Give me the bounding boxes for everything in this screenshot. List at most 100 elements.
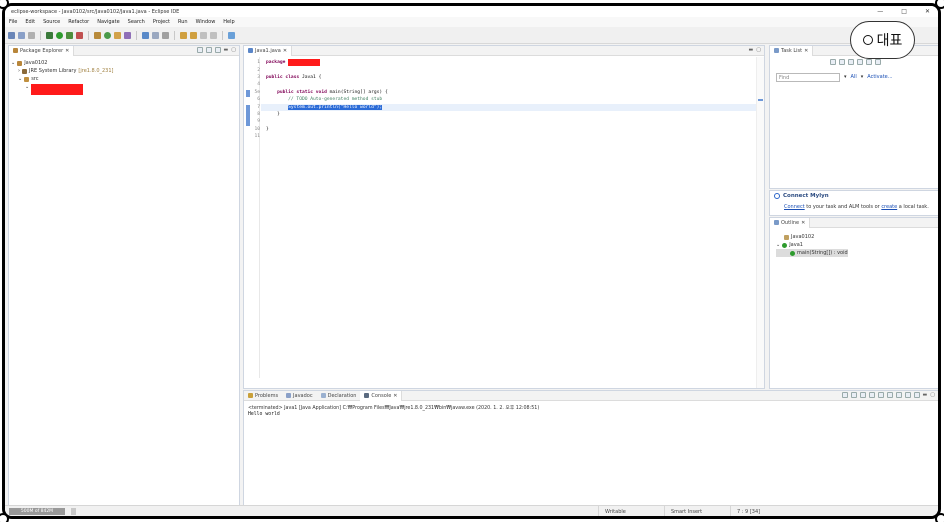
menu-run[interactable]: Run xyxy=(178,19,188,25)
new-class-icon[interactable] xyxy=(104,31,111,39)
toggle-block-selection-icon[interactable] xyxy=(152,31,159,39)
menu-window[interactable]: Window xyxy=(196,19,216,25)
view-menu-icon[interactable] xyxy=(875,59,881,65)
close-tab-icon[interactable]: ✕ xyxy=(393,393,397,399)
filter-all-link[interactable]: All xyxy=(851,74,857,80)
link-with-editor-icon[interactable] xyxy=(205,47,212,53)
minimize-button[interactable]: — xyxy=(877,8,883,15)
toggle-mark-occurrences-icon[interactable] xyxy=(142,31,149,39)
focus-on-workweek-icon[interactable] xyxy=(857,59,863,65)
maximize-view-icon[interactable]: ▢ xyxy=(231,47,236,53)
tree-item-jre[interactable]: › JRE System Library [jre1.8.0_231] xyxy=(11,67,114,75)
run-icon[interactable] xyxy=(56,31,63,39)
menu-help[interactable]: Help xyxy=(223,19,234,25)
clear-console-icon[interactable] xyxy=(868,392,875,398)
minimize-view-icon[interactable]: ▬ xyxy=(923,392,928,398)
remove-launch-icon[interactable] xyxy=(850,392,857,398)
previous-annotation-icon[interactable] xyxy=(190,31,197,39)
word-wrap-icon[interactable] xyxy=(886,392,893,398)
close-tab-icon[interactable]: ✕ xyxy=(804,48,808,54)
tree-item-project[interactable]: ⌄ Java0102 xyxy=(11,59,114,67)
outline-item-package[interactable]: Java0102 xyxy=(776,233,848,241)
close-tab-icon[interactable]: ✕ xyxy=(283,48,287,54)
tab-outline[interactable]: Outline ✕ xyxy=(770,217,811,228)
tab-console[interactable]: Console ✕ xyxy=(360,390,403,401)
open-type-icon[interactable] xyxy=(114,31,121,39)
heap-status[interactable]: 500M of 842M xyxy=(9,508,65,515)
chevron-down-icon[interactable]: ⌄ xyxy=(18,76,22,82)
tab-problems[interactable]: Problems xyxy=(244,391,282,401)
minimize-view-icon[interactable]: ▬ xyxy=(749,47,754,53)
coverage-icon[interactable] xyxy=(66,31,73,39)
console-output[interactable]: Hello world xyxy=(248,412,280,417)
activate-link[interactable]: Activate... xyxy=(867,74,892,80)
overview-marker[interactable] xyxy=(758,99,763,101)
tab-declaration[interactable]: Declaration xyxy=(317,391,361,401)
menu-navigate[interactable]: Navigate xyxy=(97,19,119,25)
menu-refactor[interactable]: Refactor xyxy=(68,19,89,25)
chevron-down-icon[interactable]: ⌄ xyxy=(776,242,780,248)
forward-icon[interactable] xyxy=(210,31,217,39)
menu-edit[interactable]: Edit xyxy=(25,19,35,25)
close-button[interactable]: ✕ xyxy=(925,8,930,15)
code-line[interactable]: 9 xyxy=(248,118,388,125)
debug-icon[interactable] xyxy=(46,31,53,39)
overview-ruler[interactable] xyxy=(756,57,764,388)
outline-item-class[interactable]: ⌄ Java1 xyxy=(776,241,848,249)
minimize-view-icon[interactable]: ▬ xyxy=(224,47,229,53)
code-line[interactable]: 11 xyxy=(248,133,388,140)
mylyn-create-link[interactable]: create xyxy=(881,204,897,210)
next-annotation-icon[interactable] xyxy=(180,31,187,39)
close-tab-icon[interactable]: ✕ xyxy=(65,48,69,54)
tab-java1-java[interactable]: Java1.java ✕ xyxy=(244,45,293,56)
chevron-down-icon[interactable]: ⌄ xyxy=(11,60,15,66)
menu-search[interactable]: Search xyxy=(128,19,145,25)
code-line[interactable]: 6 // TODO Auto-generated method stub xyxy=(248,96,388,103)
menu-project[interactable]: Project xyxy=(153,19,170,25)
task-find-input[interactable]: Find xyxy=(776,73,840,82)
code-line[interactable]: 10} xyxy=(248,126,388,133)
code-line[interactable]: 5⊖ public static void main(String[] args… xyxy=(248,89,387,96)
show-whitespace-icon[interactable] xyxy=(162,31,169,39)
mylyn-connect-link[interactable]: Connect xyxy=(784,204,805,210)
code-line[interactable]: 8 } xyxy=(248,111,388,118)
code-line[interactable]: 3 public class Java1 { xyxy=(248,74,388,81)
tab-package-explorer[interactable]: Package Explorer ✕ xyxy=(9,45,75,56)
code-line[interactable]: 7 System.out.println("Hello world"); xyxy=(248,103,388,110)
tree-item-src[interactable]: ⌄ src xyxy=(11,75,114,83)
garbage-collect-icon[interactable] xyxy=(71,508,76,515)
back-icon[interactable] xyxy=(200,31,207,39)
chevron-down-icon[interactable]: ⌄ xyxy=(25,84,29,90)
maximize-button[interactable]: □ xyxy=(901,8,907,15)
code-line[interactable]: 4 xyxy=(248,81,388,88)
chevron-right-icon[interactable]: › xyxy=(18,68,20,74)
scroll-lock-icon[interactable] xyxy=(877,392,884,398)
remove-all-terminated-icon[interactable] xyxy=(859,392,866,398)
display-selected-console-icon[interactable] xyxy=(904,392,911,398)
maximize-view-icon[interactable]: ▢ xyxy=(756,47,761,53)
synchronize-icon[interactable] xyxy=(839,59,845,65)
tab-task-list[interactable]: Task List ✕ xyxy=(770,45,814,56)
tab-javadoc[interactable]: Javadoc xyxy=(282,391,317,401)
pin-editor-icon[interactable] xyxy=(228,31,235,39)
maximize-view-icon[interactable]: ▢ xyxy=(930,392,935,398)
new-task-icon[interactable] xyxy=(830,59,836,65)
pin-console-icon[interactable] xyxy=(895,392,902,398)
menu-file[interactable]: File xyxy=(9,19,17,25)
search-icon[interactable] xyxy=(124,31,131,39)
close-tab-icon[interactable]: ✕ xyxy=(801,220,805,226)
code-line[interactable]: 2 xyxy=(248,66,388,73)
external-tools-icon[interactable] xyxy=(76,31,83,39)
print-icon[interactable] xyxy=(28,31,35,39)
terminate-icon[interactable] xyxy=(841,392,848,398)
menu-source[interactable]: Source xyxy=(43,19,60,25)
categorized-icon[interactable] xyxy=(848,59,854,65)
new-java-project-icon[interactable] xyxy=(94,31,101,39)
open-console-icon[interactable] xyxy=(913,392,920,398)
code-area[interactable]: 1 package 2 3 public class Java1 {4 5⊖ publi… xyxy=(248,59,388,140)
filter-dropdown-icon[interactable]: ▾ xyxy=(844,74,847,80)
collapse-all-icon[interactable] xyxy=(866,59,872,65)
tree-item-package[interactable]: ⌄ xyxy=(11,83,114,95)
outline-item-method[interactable]: main(String[]) : void xyxy=(776,249,848,257)
activate-dropdown-icon[interactable]: ▾ xyxy=(861,74,864,80)
